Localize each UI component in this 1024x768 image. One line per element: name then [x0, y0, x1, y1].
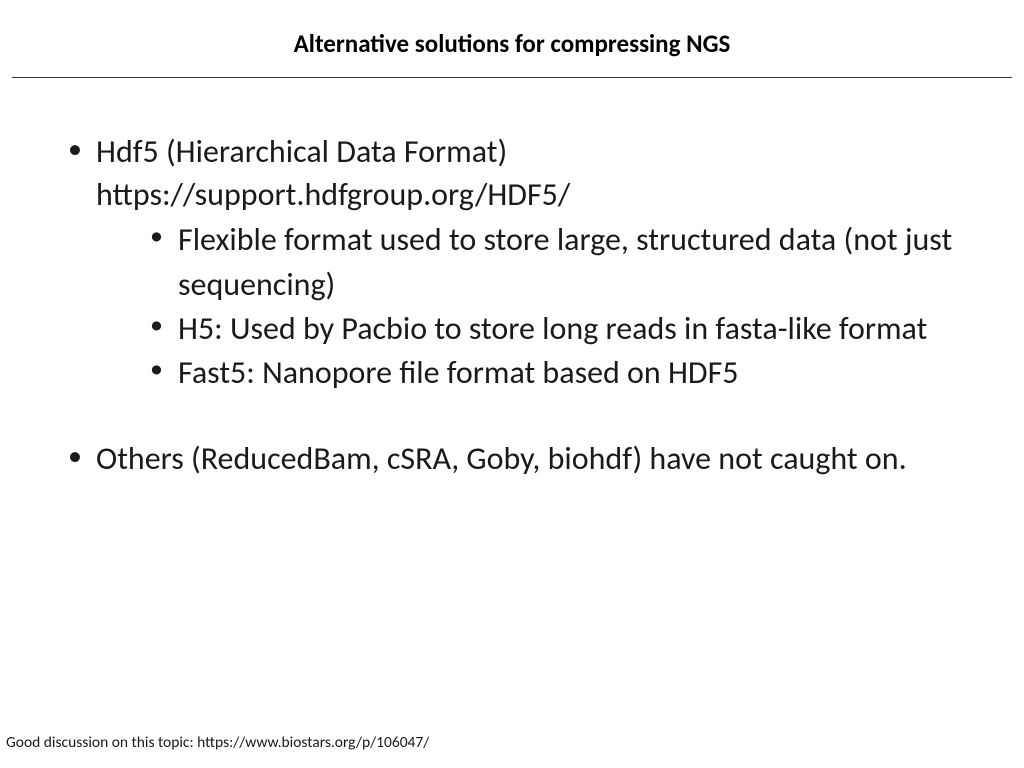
footnote-discussion-link: Good discussion on this topic: https://w…: [6, 733, 429, 752]
bullet-hdf5-name: Hdf5 (Hierarchical Data Format): [96, 132, 507, 171]
slide-title: Alternative solutions for compressing NG…: [0, 0, 1024, 77]
subbullet-flexible-format: Flexible format used to store large, str…: [96, 218, 964, 306]
bullet-list-level2: Flexible format used to store large, str…: [96, 218, 964, 395]
bullet-hdf5: Hdf5 (Hierarchical Data Format) https://…: [60, 130, 964, 395]
slide-content: Hdf5 (Hierarchical Data Format) https://…: [0, 78, 1024, 480]
bullet-list-level1: Hdf5 (Hierarchical Data Format) https://…: [60, 130, 964, 480]
subbullet-h5-pacbio: H5: Used by Pacbio to store long reads i…: [96, 307, 964, 351]
bullet-others: Others (ReducedBam, cSRA, Goby, biohdf) …: [60, 437, 964, 480]
bullet-hdf5-url: https://support.hdfgroup.org/HDF5/: [96, 175, 570, 214]
subbullet-fast5-nanopore: Fast5: Nanopore file format based on HDF…: [96, 351, 964, 395]
